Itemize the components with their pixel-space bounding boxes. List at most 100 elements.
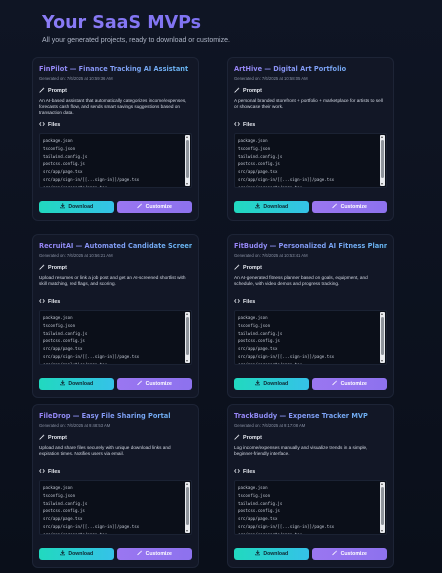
wand-sparkle-icon <box>234 87 240 95</box>
files-list[interactable]: package.json tsconfig.json tailwind.config… <box>39 480 192 535</box>
download-button[interactable]: Download <box>234 378 309 390</box>
scroll-thumb[interactable] <box>186 140 189 178</box>
download-icon <box>60 380 66 388</box>
download-button[interactable]: Download <box>39 201 114 213</box>
file-row: src/app/page.tsx <box>238 516 278 522</box>
magic-wand-icon <box>137 380 143 388</box>
customize-label: Customize <box>145 204 172 210</box>
customize-button[interactable]: Customize <box>312 548 387 560</box>
scroll-down-arrow-icon[interactable] <box>186 530 188 532</box>
files-scrollbar[interactable] <box>380 135 385 186</box>
file-row: package.json <box>43 138 73 143</box>
files-heading: Files <box>234 121 387 129</box>
scroll-up-arrow-icon[interactable] <box>381 313 383 315</box>
files-heading: Files <box>39 468 192 476</box>
page-title: Your SaaS MVPs <box>42 12 422 34</box>
card-actions: Download Customize <box>39 201 192 213</box>
files-list[interactable]: package.json tsconfig.json tailwind.config… <box>234 480 387 535</box>
files-label: Files <box>48 122 61 128</box>
files-list[interactable]: package.json tsconfig.json tailwind.config… <box>39 133 192 188</box>
customize-button[interactable]: Customize <box>312 378 387 390</box>
wand-sparkle-icon <box>39 264 45 272</box>
file-row: package.json <box>238 315 268 320</box>
file-row: src/app/sorsports/page.tsx <box>238 184 303 188</box>
scroll-up-arrow-icon[interactable] <box>186 483 188 485</box>
customize-label: Customize <box>340 204 367 210</box>
file-row: postcss.config.js <box>43 338 85 344</box>
files-list[interactable]: package.json tsconfig.json tailwind.config… <box>234 133 387 188</box>
file-row: package.json <box>238 485 268 490</box>
wand-sparkle-icon <box>234 434 240 442</box>
scroll-down-arrow-icon[interactable] <box>381 183 383 185</box>
prompt-heading: Prompt <box>234 264 387 272</box>
code-brackets-icon <box>39 121 45 129</box>
scroll-up-arrow-icon[interactable] <box>381 136 383 138</box>
file-row: package.json <box>238 138 268 143</box>
file-row: src/app/page.tsx <box>43 169 83 175</box>
file-row: src/app/sign-in/[[...sign-in]]/page.tsx <box>238 176 335 182</box>
download-button[interactable]: Download <box>234 201 309 213</box>
file-row: postcss.config.js <box>238 508 280 514</box>
customize-label: Customize <box>340 551 367 557</box>
scroll-up-arrow-icon[interactable] <box>186 136 188 138</box>
generated-date: Generated on: 7/6/2025 at 10:58:05 AM <box>234 76 308 81</box>
files-label: Files <box>243 122 256 128</box>
card-actions: Download Customize <box>234 548 387 560</box>
prompt-heading: Prompt <box>39 264 192 272</box>
project-title: RecruitAI — Automated Candidate Screener <box>39 242 192 250</box>
file-row: package.json <box>43 485 73 490</box>
file-row: postcss.config.js <box>43 161 85 167</box>
file-row: tailwind.config.js <box>43 153 88 159</box>
project-card: ArtHive — Digital Art Portfolio Generate… <box>227 57 394 221</box>
download-label: Download <box>68 551 94 557</box>
project-title: FitBuddy — Personalized AI Fitness Plann… <box>234 242 387 250</box>
customize-button[interactable]: Customize <box>117 548 192 560</box>
generated-date: Generated on: 7/6/2025 at 10:59:36 AM <box>39 76 113 81</box>
files-scrollbar[interactable] <box>185 482 190 533</box>
files-scrollbar[interactable] <box>380 482 385 533</box>
file-row: tsconfig.json <box>238 145 271 151</box>
download-label: Download <box>68 381 94 387</box>
scroll-thumb[interactable] <box>381 317 384 355</box>
scroll-thumb[interactable] <box>381 140 384 178</box>
scroll-thumb[interactable] <box>186 487 189 525</box>
files-scrollbar[interactable] <box>380 312 385 363</box>
download-button[interactable]: Download <box>39 378 114 390</box>
prompt-label: Prompt <box>243 435 262 441</box>
customize-button[interactable]: Customize <box>117 378 192 390</box>
prompt-text: Upload and share files securely with uni… <box>39 445 171 457</box>
scroll-down-arrow-icon[interactable] <box>186 360 188 362</box>
customize-button[interactable]: Customize <box>117 201 192 213</box>
project-title: ArtHive — Digital Art Portfolio <box>234 65 387 74</box>
files-label: Files <box>243 469 256 475</box>
scroll-thumb[interactable] <box>186 317 189 355</box>
scroll-up-arrow-icon[interactable] <box>186 313 188 315</box>
scroll-thumb[interactable] <box>381 487 384 525</box>
files-list[interactable]: package.json tsconfig.json tailwind.config… <box>39 310 192 365</box>
prompt-heading: Prompt <box>39 87 192 95</box>
files-heading: Files <box>39 121 192 129</box>
magic-wand-icon <box>332 550 338 558</box>
file-row: tailwind.config.js <box>238 330 283 336</box>
files-heading: Files <box>234 468 387 476</box>
files-scrollbar[interactable] <box>185 312 190 363</box>
files-list[interactable]: package.json tsconfig.json tailwind.config… <box>234 310 387 365</box>
customize-label: Customize <box>145 551 172 557</box>
download-button[interactable]: Download <box>234 548 309 560</box>
scroll-down-arrow-icon[interactable] <box>186 183 188 185</box>
customize-label: Customize <box>340 381 367 387</box>
code-brackets-icon <box>39 468 45 476</box>
project-card: FinPilot — Finance Tracking AI Assistant… <box>32 57 199 221</box>
card-actions: Download Customize <box>234 201 387 213</box>
magic-wand-icon <box>332 203 338 211</box>
project-card: TrackBuddy — Expense Tracker MVP Generat… <box>227 404 394 568</box>
scroll-down-arrow-icon[interactable] <box>381 530 383 532</box>
scroll-down-arrow-icon[interactable] <box>381 360 383 362</box>
project-title: FinPilot — Finance Tracking AI Assistant <box>39 65 192 74</box>
files-scrollbar[interactable] <box>185 135 190 186</box>
download-button[interactable]: Download <box>39 548 114 560</box>
scroll-up-arrow-icon[interactable] <box>381 483 383 485</box>
file-row: src/app/sorsports/page.tsx <box>43 531 108 535</box>
customize-button[interactable]: Customize <box>312 201 387 213</box>
file-row: tsconfig.json <box>238 492 271 498</box>
